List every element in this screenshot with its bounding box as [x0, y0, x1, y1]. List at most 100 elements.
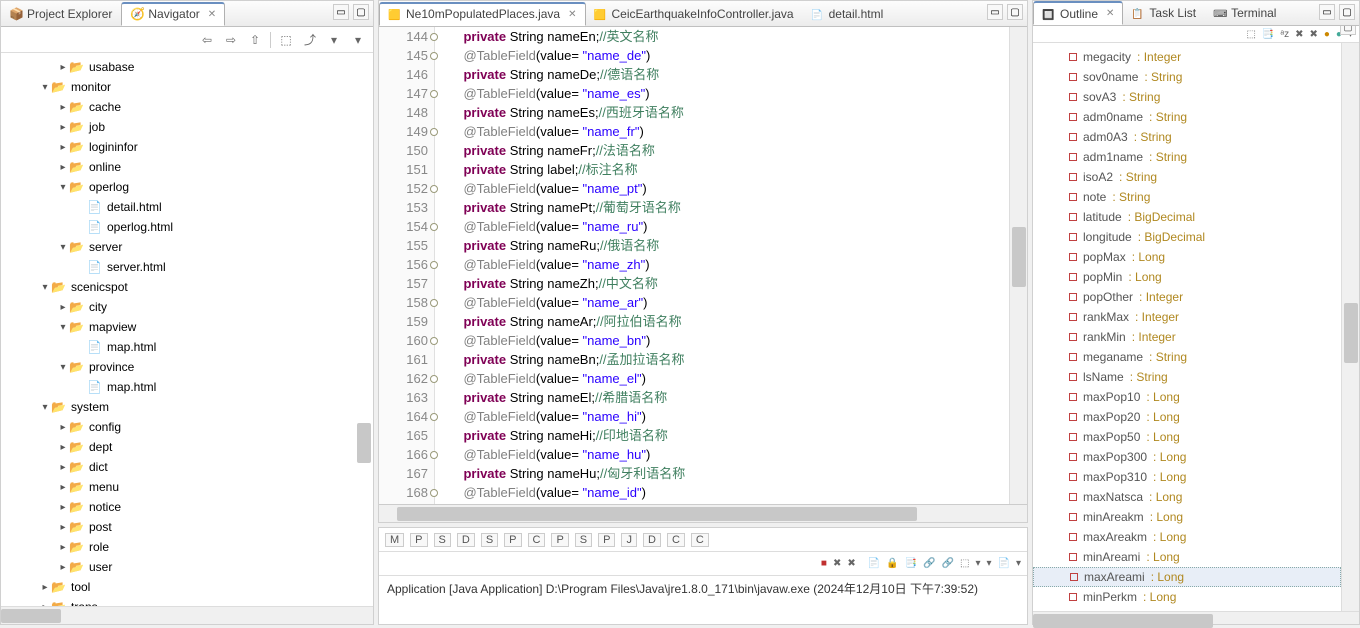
console-cat-11[interactable]: D: [643, 533, 661, 547]
outline-field-sovA3[interactable]: sovA3: String: [1033, 87, 1341, 107]
code-line[interactable]: private String namePt;//葡萄牙语名称: [449, 198, 1009, 217]
code-line[interactable]: @TableField(value= "name_el"): [449, 369, 1009, 388]
nav-tool-6[interactable]: ▾: [325, 31, 343, 49]
twisty-icon[interactable]: ▸: [57, 102, 69, 113]
outline-hscroll-thumb[interactable]: [1033, 614, 1213, 628]
outline-field-adm0name[interactable]: adm0name: String: [1033, 107, 1341, 127]
console-cat-7[interactable]: P: [551, 533, 568, 547]
outline-field-adm0A3[interactable]: adm0A3: String: [1033, 127, 1341, 147]
console-action-9[interactable]: ⬚: [960, 558, 969, 569]
outline-tool-3[interactable]: ✖: [1295, 29, 1303, 40]
outline-field-rankMin[interactable]: rankMin: Integer: [1033, 327, 1341, 347]
tree-item-map.html[interactable]: map.html: [1, 377, 373, 397]
nav-tool-7[interactable]: ▾: [349, 31, 367, 49]
outline-field-maxPop300[interactable]: maxPop300: Long: [1033, 447, 1341, 467]
tree-hscroll-thumb[interactable]: [1, 609, 61, 623]
outline-field-megacity[interactable]: megacity: Integer: [1033, 47, 1341, 67]
close-icon[interactable]: ✕: [568, 9, 576, 20]
outline-tool-0[interactable]: ⬚: [1246, 29, 1255, 40]
code-line[interactable]: @TableField(value= "name_zh"): [449, 255, 1009, 274]
tree-item-logininfor[interactable]: ▸logininfor: [1, 137, 373, 157]
tree-item-mapview[interactable]: ▾mapview: [1, 317, 373, 337]
console-cat-10[interactable]: J: [621, 533, 637, 547]
twisty-icon[interactable]: ▸: [57, 462, 69, 473]
code-line[interactable]: private String nameEs;//西班牙语名称: [449, 103, 1009, 122]
outline-vscroll-thumb[interactable]: [1344, 303, 1358, 363]
twisty-icon[interactable]: ▸: [57, 162, 69, 173]
tree-item-operlog[interactable]: ▾operlog: [1, 177, 373, 197]
outline-field-minAreakm[interactable]: minAreakm: Long: [1033, 507, 1341, 527]
tab-ne10m[interactable]: Ne10mPopulatedPlaces.java✕: [379, 2, 586, 26]
console-action-10[interactable]: ▾: [975, 558, 980, 569]
tree-item-notice[interactable]: ▸notice: [1, 497, 373, 517]
twisty-icon[interactable]: ▸: [57, 562, 69, 573]
console-cat-6[interactable]: C: [528, 533, 546, 547]
navigator-tab[interactable]: Navigator✕: [121, 2, 225, 26]
tree-scrollbar-thumb[interactable]: [357, 423, 371, 463]
code-line[interactable]: @TableField(value= "name_de"): [449, 46, 1009, 65]
twisty-icon[interactable]: ▸: [57, 122, 69, 133]
outline-field-note[interactable]: note: String: [1033, 187, 1341, 207]
code-line[interactable]: private String nameDe;//德语名称: [449, 65, 1009, 84]
tree-item-menu[interactable]: ▸menu: [1, 477, 373, 497]
tree-item-usabase[interactable]: ▸usabase: [1, 57, 373, 77]
console-action-7[interactable]: 🔗: [923, 558, 935, 569]
close-icon[interactable]: ✕: [1106, 8, 1114, 19]
console-cat-2[interactable]: S: [434, 533, 451, 547]
console-action-8[interactable]: 🔗: [942, 558, 954, 569]
twisty-icon[interactable]: ▸: [57, 62, 69, 73]
outline-field-maxNatsca[interactable]: maxNatsca: Long: [1033, 487, 1341, 507]
console-cat-9[interactable]: P: [598, 533, 615, 547]
console-cat-1[interactable]: P: [410, 533, 427, 547]
tab-detail[interactable]: detail.html: [803, 2, 893, 26]
editor-code[interactable]: private String nameEn;//英文名称 @TableField…: [435, 27, 1009, 504]
twisty-icon[interactable]: ▾: [39, 82, 51, 93]
outline-field-maxPop50[interactable]: maxPop50: Long: [1033, 427, 1341, 447]
tree-item-detail.html[interactable]: detail.html: [1, 197, 373, 217]
nav-tool-4[interactable]: ⬚: [277, 31, 295, 49]
tree-item-trans[interactable]: ▸trans: [1, 597, 373, 606]
console-cat-5[interactable]: P: [504, 533, 521, 547]
minimize-icon[interactable]: ▭: [333, 4, 349, 20]
code-line[interactable]: private String nameAr;//阿拉伯语名称: [449, 312, 1009, 331]
console-action-12[interactable]: 📄: [998, 558, 1010, 569]
code-line[interactable]: private String nameEl;//希腊语名称: [449, 388, 1009, 407]
tree-item-city[interactable]: ▸city: [1, 297, 373, 317]
twisty-icon[interactable]: ▸: [57, 522, 69, 533]
outline-field-longitude[interactable]: longitude: BigDecimal: [1033, 227, 1341, 247]
tree-item-online[interactable]: ▸online: [1, 157, 373, 177]
outline-field-maxPop20[interactable]: maxPop20: Long: [1033, 407, 1341, 427]
tree-item-cache[interactable]: ▸cache: [1, 97, 373, 117]
console-action-5[interactable]: 🔒: [886, 558, 898, 569]
project-explorer-tab[interactable]: Project Explorer: [1, 2, 121, 26]
twisty-icon[interactable]: ▾: [57, 242, 69, 253]
tree-item-server[interactable]: ▾server: [1, 237, 373, 257]
editor-vscroll[interactable]: [1009, 27, 1027, 504]
twisty-icon[interactable]: ▸: [57, 142, 69, 153]
nav-tool-0[interactable]: ⇦: [198, 31, 216, 49]
twisty-icon[interactable]: ▾: [39, 282, 51, 293]
nav-tool-2[interactable]: ⇧: [246, 31, 264, 49]
console-action-2[interactable]: ✖: [847, 558, 855, 569]
nav-tool-1[interactable]: ⇨: [222, 31, 240, 49]
outline-field-maxAreami[interactable]: maxAreami: Long: [1033, 567, 1341, 587]
twisty-icon[interactable]: ▾: [57, 182, 69, 193]
outline-field-isoA2[interactable]: isoA2: String: [1033, 167, 1341, 187]
twisty-icon[interactable]: ▸: [57, 482, 69, 493]
tree-item-monitor[interactable]: ▾monitor: [1, 77, 373, 97]
outline-field-popOther[interactable]: popOther: Integer: [1033, 287, 1341, 307]
console-cat-0[interactable]: M: [385, 533, 404, 547]
console-action-1[interactable]: ✖: [833, 558, 841, 569]
outline-field-lsName[interactable]: lsName: String: [1033, 367, 1341, 387]
tree-item-map.html[interactable]: map.html: [1, 337, 373, 357]
console-action-13[interactable]: ▾: [1016, 558, 1021, 569]
twisty-icon[interactable]: ▾: [57, 362, 69, 373]
console-action-0[interactable]: ■: [821, 558, 827, 569]
outline-field-minAreami[interactable]: minAreami: Long: [1033, 547, 1341, 567]
code-line[interactable]: @TableField(value= "name_ar"): [449, 293, 1009, 312]
code-line[interactable]: private String nameBn;//孟加拉语名称: [449, 350, 1009, 369]
right-minimize-icon[interactable]: ▭: [1319, 4, 1335, 20]
console-cat-3[interactable]: D: [457, 533, 475, 547]
console-cat-12[interactable]: C: [667, 533, 685, 547]
outline-tree[interactable]: megacity: Integersov0name: StringsovA3: …: [1033, 43, 1341, 611]
